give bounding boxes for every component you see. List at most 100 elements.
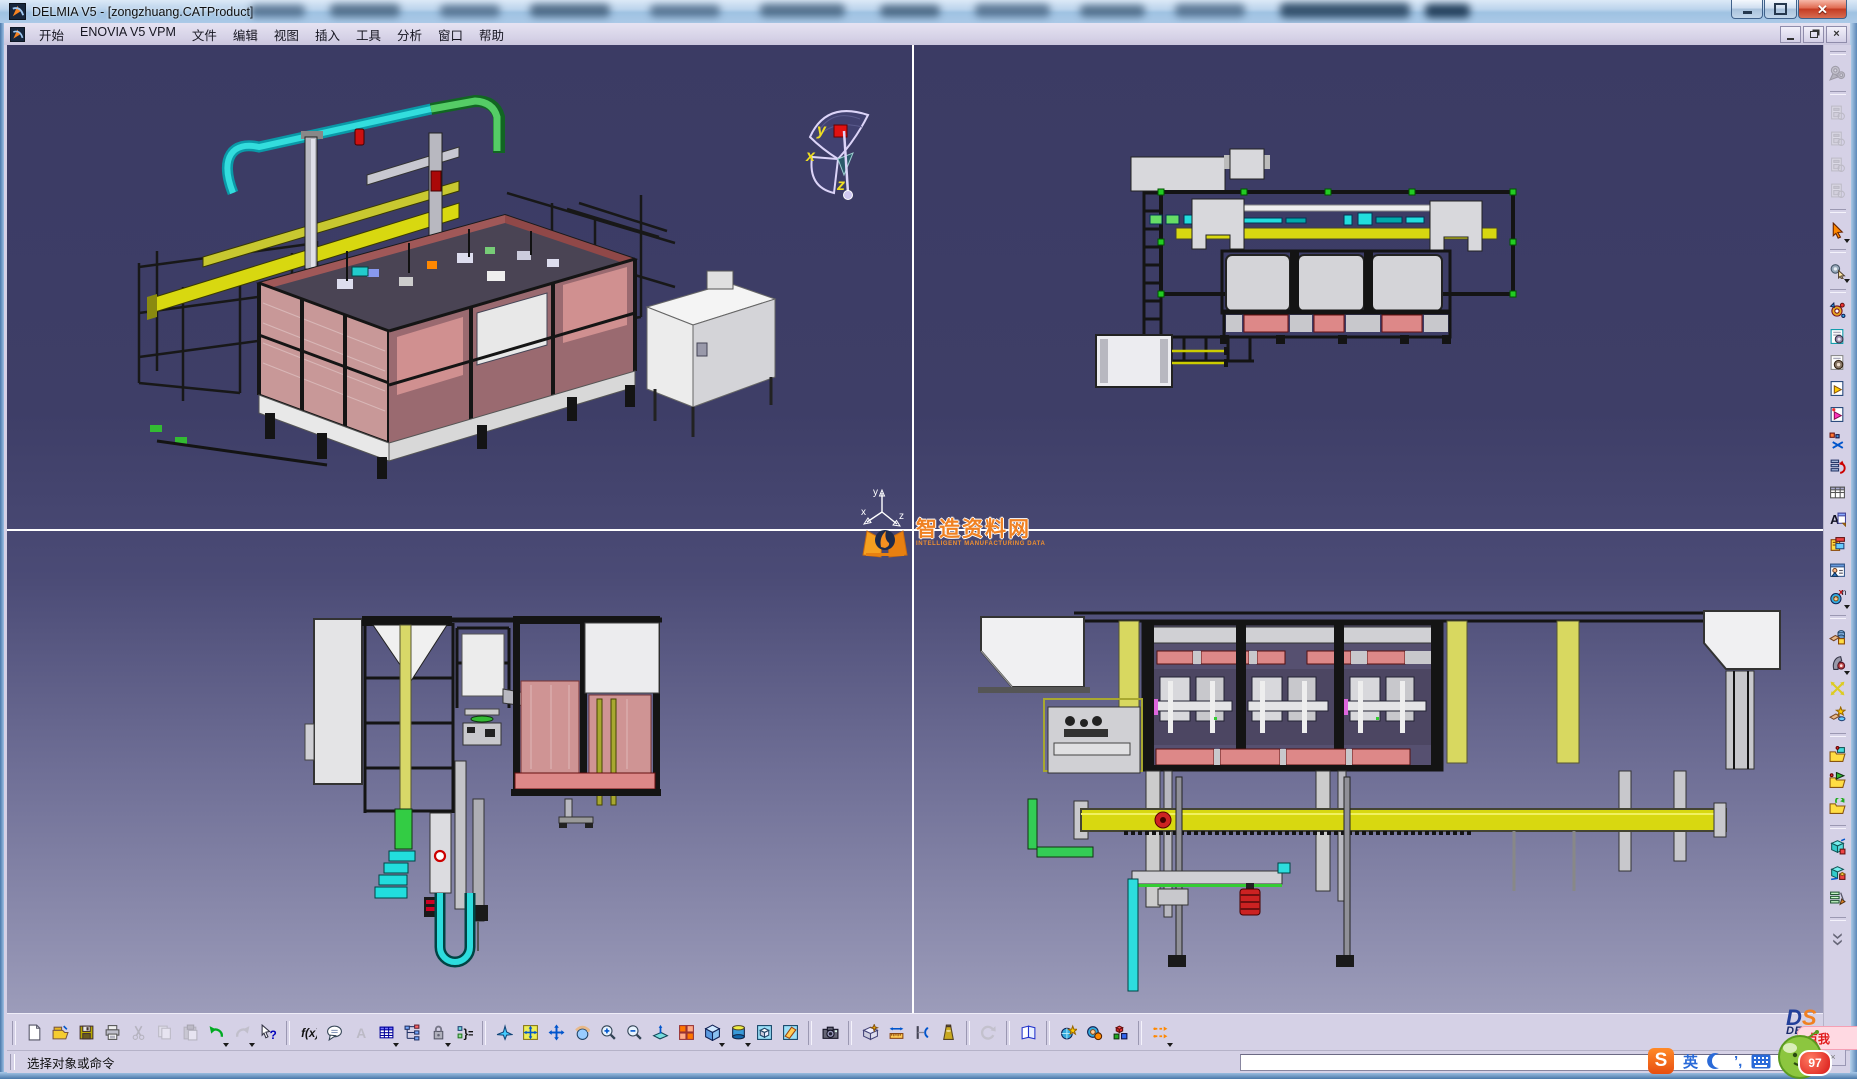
- close-button[interactable]: ✕: [1798, 0, 1847, 19]
- toolbar-drag-handle[interactable]: [808, 1021, 812, 1045]
- sogou-s-icon[interactable]: S: [1648, 1048, 1674, 1074]
- graph-tree-reordering-button[interactable]: [1826, 454, 1850, 478]
- front-view[interactable]: [914, 531, 1823, 1013]
- toolbar-drag-handle[interactable]: [1006, 1021, 1010, 1045]
- replace-component-button[interactable]: [1826, 428, 1850, 452]
- save-management-3-button[interactable]: [1826, 794, 1850, 818]
- toolbar-drag-handle[interactable]: [1830, 825, 1846, 829]
- generate-numbering-button[interactable]: [1826, 480, 1850, 504]
- toolbar-drag-handle[interactable]: [1830, 289, 1846, 293]
- dropdown-arrow-icon[interactable]: [1844, 279, 1850, 283]
- save-button[interactable]: [73, 1020, 99, 1046]
- moon-icon[interactable]: [1707, 1052, 1725, 1070]
- smart-pick-button[interactable]: [1826, 258, 1850, 282]
- fit-all-in-button[interactable]: [517, 1020, 543, 1046]
- toolbar-drag-handle[interactable]: [1138, 1021, 1142, 1045]
- settings-gears-button[interactable]: [1826, 60, 1850, 84]
- menu-tools[interactable]: 工具: [348, 25, 389, 44]
- coordinates-button[interactable]: xn: [1826, 584, 1850, 608]
- dropdown-arrow-icon[interactable]: [1844, 239, 1850, 243]
- zoom-out-button[interactable]: [621, 1020, 647, 1046]
- catalog-item-4-button[interactable]: [1826, 178, 1850, 202]
- structure-button[interactable]: [399, 1020, 425, 1046]
- measure-inertia-button[interactable]: [935, 1020, 961, 1046]
- camera-button[interactable]: [817, 1020, 843, 1046]
- more-tools-indicator[interactable]: [1826, 926, 1850, 950]
- normal-view-button[interactable]: [647, 1020, 673, 1046]
- menu-analyze[interactable]: 分析: [389, 25, 430, 44]
- smart-move-button[interactable]: [1826, 702, 1850, 726]
- toolbar-drag-handle[interactable]: [1046, 1021, 1050, 1045]
- toolbar-drag-handle[interactable]: [1830, 249, 1846, 253]
- top-view[interactable]: [914, 45, 1823, 529]
- toolbar-drag-handle[interactable]: [1830, 733, 1846, 737]
- menu-help[interactable]: 帮助: [471, 25, 512, 44]
- new-product-button[interactable]: [1826, 350, 1850, 374]
- constraint-2-button[interactable]: [1826, 860, 1850, 884]
- menu-start[interactable]: 开始: [31, 25, 72, 44]
- mdi-close-button[interactable]: ×: [1826, 26, 1847, 43]
- process-library-button[interactable]: [1147, 1020, 1173, 1046]
- snap-button[interactable]: [1826, 650, 1850, 674]
- whats-this-button[interactable]: ?: [255, 1020, 281, 1046]
- existing-component-button[interactable]: [1826, 376, 1850, 400]
- keyboard-icon[interactable]: [1751, 1054, 1771, 1069]
- new-part-button[interactable]: [1826, 324, 1850, 348]
- mdi-restore-button[interactable]: [1803, 26, 1824, 43]
- toolbar-drag-handle[interactable]: [966, 1021, 970, 1045]
- quick-print-button[interactable]: [857, 1020, 883, 1046]
- undo-button[interactable]: [203, 1020, 229, 1046]
- viewport-area[interactable]: y x z y x z 智造资料网: [7, 45, 1823, 1013]
- toolbar-drag-handle[interactable]: [1830, 209, 1846, 213]
- compass-3d[interactable]: y x z: [782, 95, 897, 205]
- update-button[interactable]: [975, 1020, 1001, 1046]
- design-table-button[interactable]: [373, 1020, 399, 1046]
- fly-mode-button[interactable]: [491, 1020, 517, 1046]
- catalog-browser-button[interactable]: [1015, 1020, 1041, 1046]
- reorder-sequence-button[interactable]: [1826, 886, 1850, 910]
- catalog-item-3-button[interactable]: [1826, 152, 1850, 176]
- knowledge-template-button[interactable]: [1107, 1020, 1133, 1046]
- hide-show-button[interactable]: [751, 1020, 777, 1046]
- isometric-view-button[interactable]: [699, 1020, 725, 1046]
- toolbar-drag-handle[interactable]: [482, 1021, 486, 1045]
- cut-button[interactable]: [125, 1020, 151, 1046]
- copy-button[interactable]: [151, 1020, 177, 1046]
- save-management-1-button[interactable]: [1826, 742, 1850, 766]
- maximize-button[interactable]: [1764, 0, 1797, 19]
- render-style-button[interactable]: [725, 1020, 751, 1046]
- explode-button[interactable]: [1826, 676, 1850, 700]
- menu-window[interactable]: 窗口: [430, 25, 471, 44]
- save-management-2-button[interactable]: [1826, 768, 1850, 792]
- zoom-in-button[interactable]: [595, 1020, 621, 1046]
- menu-view[interactable]: 视图: [266, 25, 307, 44]
- constraint-1-button[interactable]: [1826, 834, 1850, 858]
- toolbar-drag-handle[interactable]: [1830, 615, 1846, 619]
- menu-edit[interactable]: 编辑: [225, 25, 266, 44]
- formula-button[interactable]: f(x): [295, 1020, 321, 1046]
- sogou-lang-toggle[interactable]: 英: [1683, 1051, 1698, 1072]
- punctuation-toggle[interactable]: ’,: [1734, 1053, 1742, 1070]
- knowledge-expert-button[interactable]: [1055, 1020, 1081, 1046]
- menu-enovia[interactable]: ENOVIA V5 VPM: [72, 25, 184, 44]
- multi-instantiation-button[interactable]: [1826, 558, 1850, 582]
- pan-button[interactable]: [543, 1020, 569, 1046]
- equivalent-dimensions-button[interactable]: }=: [451, 1020, 477, 1046]
- minimize-button[interactable]: [1731, 0, 1763, 19]
- side-view[interactable]: [7, 531, 912, 1013]
- knowledge-inspector-button[interactable]: [1081, 1020, 1107, 1046]
- dropdown-arrow-icon[interactable]: [1844, 605, 1850, 609]
- toolbar-drag-handle[interactable]: [1830, 917, 1846, 921]
- mdi-minimize-button[interactable]: [1780, 26, 1801, 43]
- menu-insert[interactable]: 插入: [307, 25, 348, 44]
- measure-between-button[interactable]: [883, 1020, 909, 1046]
- toolbar-drag-handle[interactable]: [1830, 91, 1846, 95]
- text-button[interactable]: A: [347, 1020, 373, 1046]
- new-document-button[interactable]: [21, 1020, 47, 1046]
- print-button[interactable]: [99, 1020, 125, 1046]
- toolbar-drag-handle[interactable]: [286, 1021, 290, 1045]
- swap-visible-space-button[interactable]: [777, 1020, 803, 1046]
- manage-representations-button[interactable]: [1826, 532, 1850, 556]
- catalog-item-2-button[interactable]: [1826, 126, 1850, 150]
- select-button[interactable]: [1826, 218, 1850, 242]
